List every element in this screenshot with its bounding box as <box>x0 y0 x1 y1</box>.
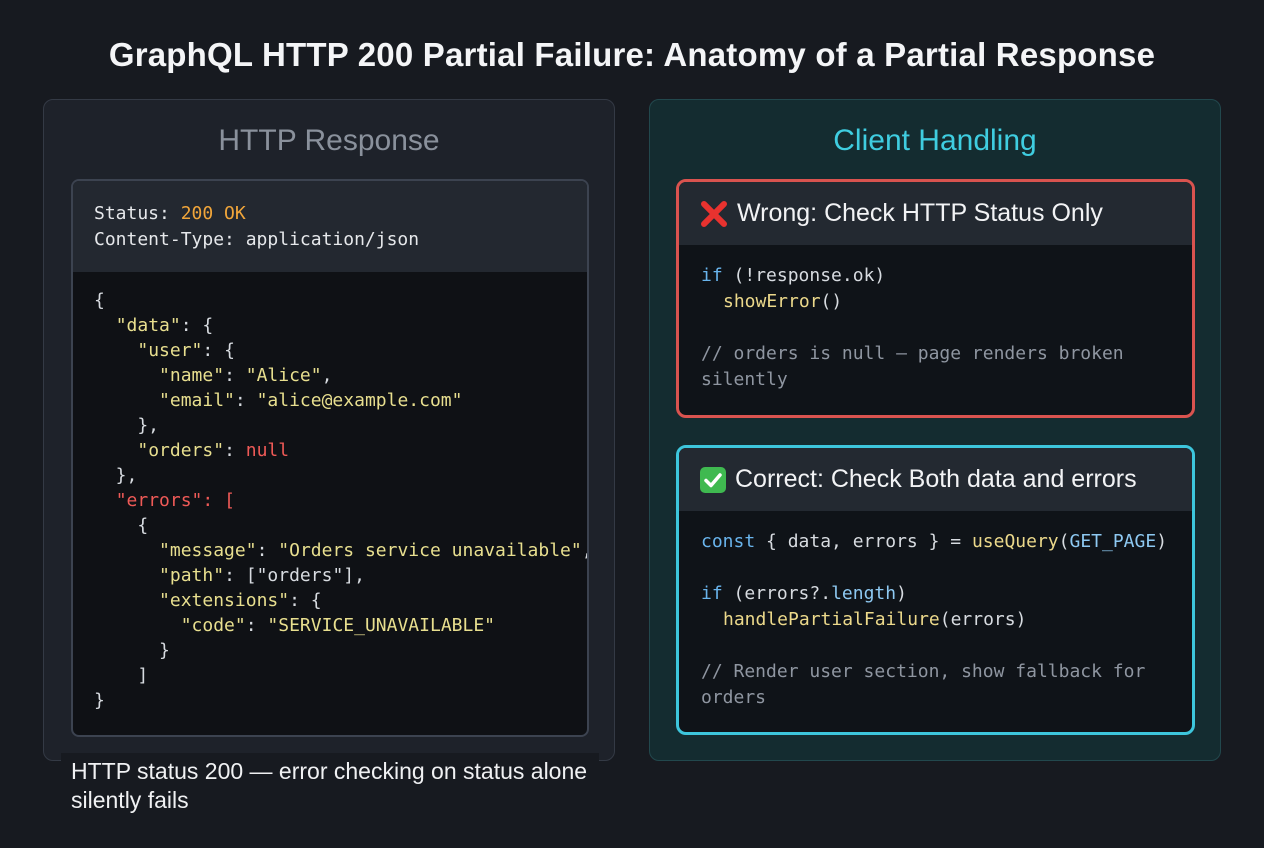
response-code-block: Status: 200 OK Content-Type: application… <box>71 179 589 737</box>
wrong-approach-comment: // orders is null — page renders broken … <box>701 343 1124 390</box>
red-x-icon <box>699 199 729 229</box>
json-key-extensions: "extensions" <box>159 590 290 611</box>
json-key-email: "email" <box>159 390 235 411</box>
code-condition-length: length <box>831 583 897 604</box>
json-key-name: "name" <box>159 365 225 386</box>
json-key-path: "path" <box>159 565 225 586</box>
code-parens: () <box>820 291 843 312</box>
wrong-approach-card: Wrong: Check HTTP Status Only if (!respo… <box>676 179 1195 418</box>
code-if-keyword: if <box>701 265 723 286</box>
code-query-arg: GET_PAGE <box>1069 531 1157 552</box>
code-condition-c: ) <box>896 583 907 604</box>
status-value: 200 OK <box>180 203 246 224</box>
correct-approach-heading: Correct: Check Both data and errors <box>735 465 1137 493</box>
http-response-panel: HTTP Response Status: 200 OK Content-Typ… <box>43 99 615 761</box>
json-value-message: "Orders service unavailable" <box>278 540 582 561</box>
client-handling-panel: Client Handling Wrong: Check HTTP Status… <box>649 99 1221 761</box>
json-value-code: "SERVICE_UNAVAILABLE" <box>267 615 495 636</box>
json-key-orders: "orders" <box>137 440 225 461</box>
json-value-email: "alice@example.com" <box>256 390 463 411</box>
json-value-name: "Alice" <box>245 365 322 386</box>
client-handling-title: Client Handling <box>833 124 1037 157</box>
code-use-query: useQuery <box>971 531 1059 552</box>
content-type-header: Content-Type: application/json <box>94 229 420 250</box>
http-response-title: HTTP Response <box>218 124 440 157</box>
code-destructure: { data, errors } = <box>755 531 972 552</box>
correct-approach-header: Correct: Check Both data and errors <box>679 448 1192 511</box>
response-headers: Status: 200 OK Content-Type: application… <box>73 181 587 272</box>
status-label: Status: <box>94 203 181 224</box>
code-const-keyword: const <box>701 531 756 552</box>
code-condition-a: (errors?. <box>722 583 832 604</box>
correct-approach-code: const { data, errors } = useQuery(GET_PA… <box>679 511 1192 711</box>
code-handler-arg: (errors) <box>939 609 1027 630</box>
code-if-keyword: if <box>701 583 723 604</box>
json-key-user: "user" <box>137 340 203 361</box>
wrong-approach-header: Wrong: Check HTTP Status Only <box>679 182 1192 245</box>
correct-approach-card: Correct: Check Both data and errors cons… <box>676 445 1195 735</box>
wrong-approach-heading: Wrong: Check HTTP Status Only <box>737 199 1103 227</box>
green-check-icon <box>699 466 727 494</box>
json-value-path: ["orders"] <box>245 565 355 586</box>
code-condition: (!response.ok) <box>722 265 886 286</box>
page-title: GraphQL HTTP 200 Partial Failure: Anatom… <box>108 36 1156 73</box>
wrong-approach-code: if (!response.ok) showError() // orders … <box>679 245 1192 393</box>
json-key-errors: "errors" <box>115 490 203 511</box>
json-value-orders: null <box>245 440 290 461</box>
json-key-code: "code" <box>180 615 246 636</box>
correct-approach-comment: // Render user section, show fallback fo… <box>701 661 1146 708</box>
json-key-data: "data" <box>115 315 181 336</box>
response-caption: HTTP status 200 — error checking on stat… <box>61 753 599 821</box>
code-handler: handlePartialFailure <box>723 609 940 630</box>
code-show-error: showError <box>723 291 821 312</box>
response-json: { "data": { "user": { "name": "Alice", "… <box>94 290 587 711</box>
json-key-message: "message" <box>159 540 257 561</box>
